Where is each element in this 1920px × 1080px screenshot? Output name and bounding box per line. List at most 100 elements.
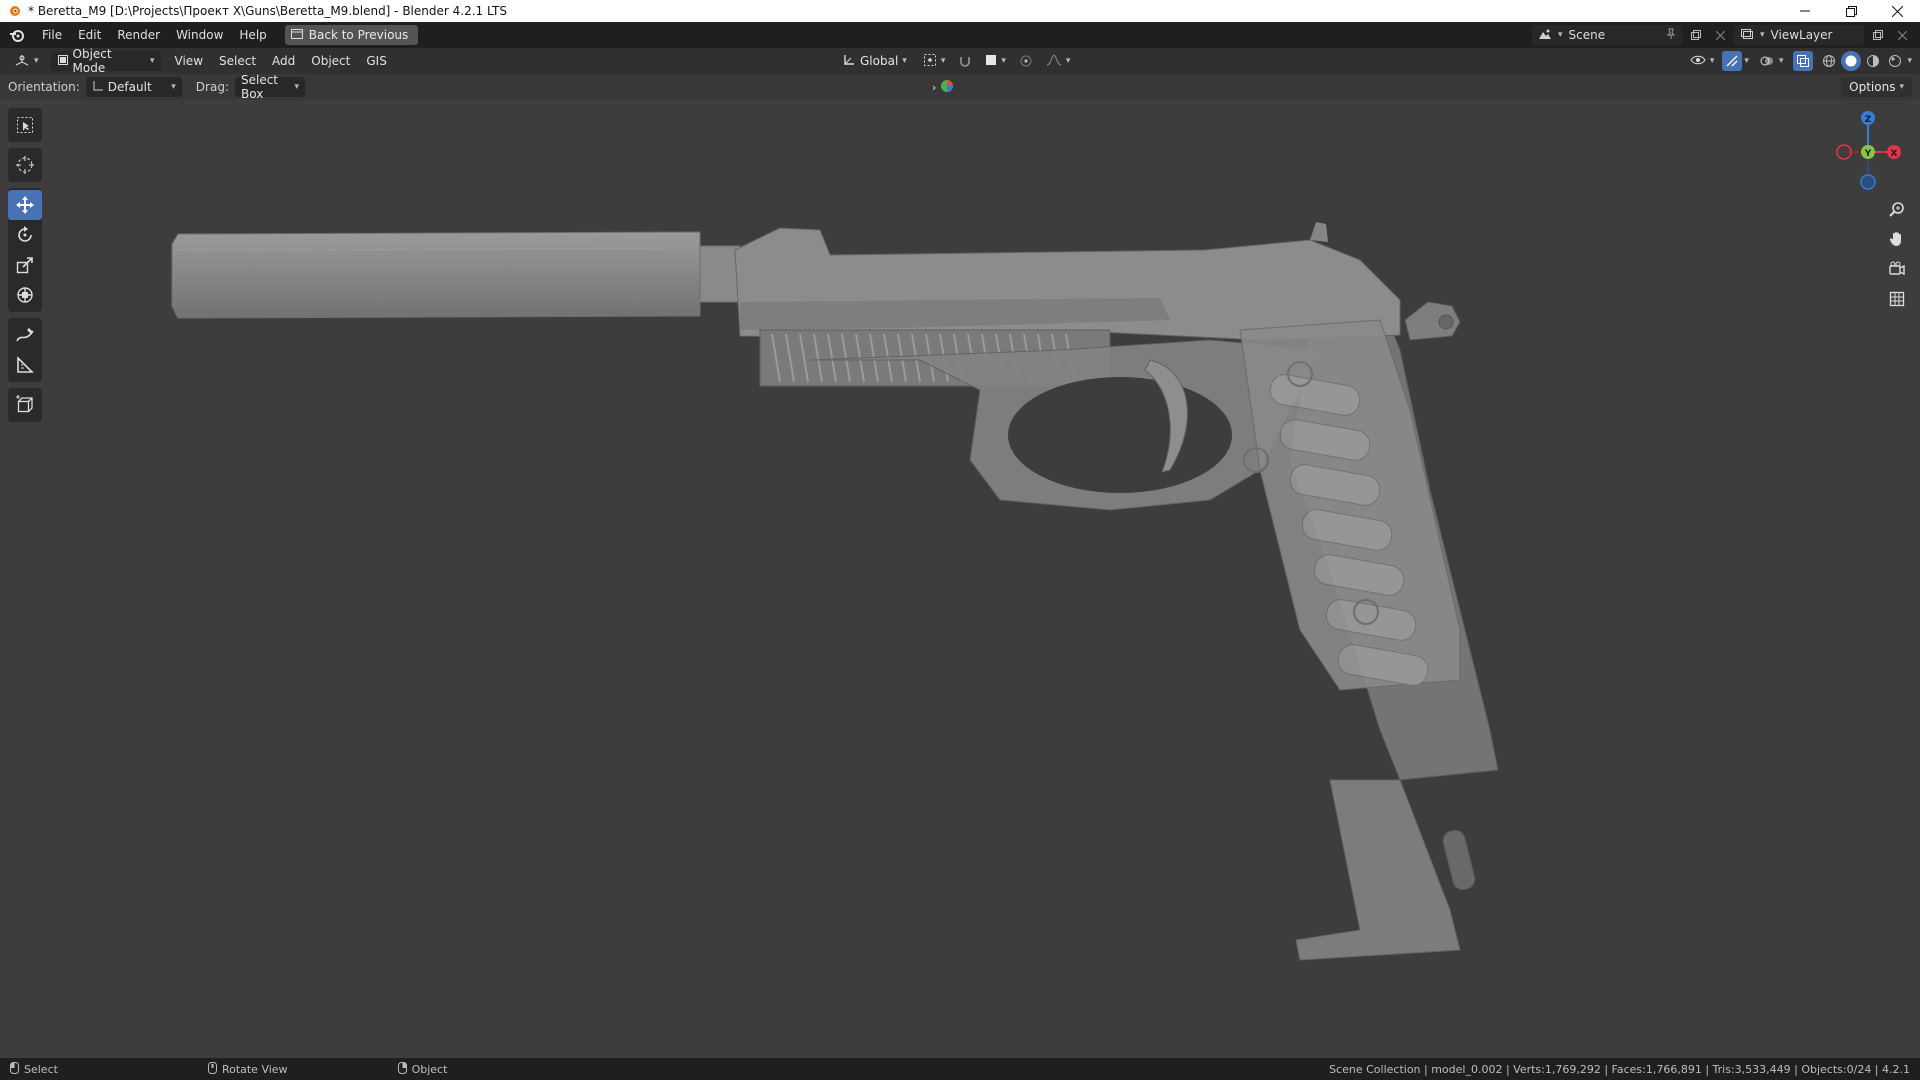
neg-z-axis-handle: [1860, 174, 1876, 190]
pin-icon[interactable]: [1666, 28, 1676, 43]
blender-logo-icon[interactable]: [6, 24, 28, 46]
menu-render[interactable]: Render: [109, 24, 168, 46]
mouse-left-icon: [10, 1061, 19, 1077]
view-layer-selector[interactable]: ▾ ViewLayer: [1734, 25, 1864, 45]
transform-orientation-selector[interactable]: Global ▾: [836, 51, 913, 71]
scene-selector[interactable]: ▾ Scene: [1532, 25, 1682, 45]
drag-value: Select Box: [240, 73, 279, 101]
new-view-layer-icon[interactable]: [1868, 25, 1888, 45]
new-scene-icon[interactable]: [1686, 25, 1706, 45]
options-button[interactable]: Options ▾: [1841, 77, 1912, 97]
scene-name: Scene: [1568, 28, 1606, 42]
overlays-dropdown[interactable]: ▾: [1779, 56, 1784, 66]
status-object-label: Object: [411, 1062, 448, 1076]
close-icon[interactable]: [1874, 0, 1920, 22]
transform-tool-icon[interactable]: [8, 280, 42, 310]
grip-panel: [1239, 319, 1461, 691]
delete-view-layer-icon[interactable]: [1892, 25, 1912, 45]
scale-tool-icon[interactable]: [8, 250, 42, 280]
mode-label: Object Mode: [72, 47, 112, 75]
drag-dropdown[interactable]: Select Box ▾: [234, 73, 305, 101]
viewport-header: ▾ Object Mode ▾ View Select Add Object G…: [0, 47, 1920, 75]
eye-icon: [1690, 54, 1706, 69]
x-axis-label: X: [1891, 149, 1898, 159]
status-object-hint: Object: [397, 1061, 448, 1077]
delete-scene-icon[interactable]: [1710, 25, 1730, 45]
chevron-right-icon: ›: [932, 80, 937, 94]
pivot-point-selector[interactable]: ▾: [917, 51, 952, 71]
blender-icon: [6, 3, 22, 19]
menu-edit[interactable]: Edit: [70, 24, 109, 46]
mode-selector[interactable]: Object Mode ▾: [50, 47, 161, 75]
viewport-menu-gis[interactable]: GIS: [358, 50, 394, 72]
status-bar: Select Rotate View Object Scene Collecti…: [0, 1058, 1920, 1080]
material-preview-shading-icon[interactable]: [1863, 51, 1883, 71]
falloff-selector[interactable]: ▾: [1040, 51, 1077, 71]
snap-icon[interactable]: [955, 51, 975, 71]
overlays-icon[interactable]: [1757, 51, 1777, 71]
status-rotate-hint: Rotate View: [207, 1061, 288, 1077]
perspective-grid-icon[interactable]: [1882, 284, 1912, 314]
pivot-icon: [923, 53, 937, 70]
annotate-tool-icon[interactable]: [8, 320, 42, 350]
orientation-label: Global: [860, 54, 899, 68]
back-to-previous-label: Back to Previous: [308, 28, 409, 42]
move-tool-icon[interactable]: [8, 190, 42, 220]
orientation-label: Orientation:: [8, 80, 80, 94]
options-label: Options: [1849, 80, 1896, 94]
viewport-nav-buttons: [1882, 194, 1912, 314]
proportional-editing-icon[interactable]: [1016, 51, 1036, 71]
xray-toggle-icon[interactable]: [1793, 51, 1814, 71]
mouse-middle-icon: [207, 1061, 217, 1077]
object-mode-icon: [57, 54, 69, 69]
zoom-icon[interactable]: [1882, 194, 1912, 224]
status-select-label: Select: [24, 1062, 58, 1076]
shading-dropdown[interactable]: ▾: [1907, 56, 1912, 66]
view-layer-name: ViewLayer: [1770, 28, 1833, 42]
y-axis-label: Y: [1864, 149, 1872, 159]
restore-icon[interactable]: [1828, 0, 1874, 22]
gizmo-dropdown[interactable]: ▾: [1744, 56, 1749, 66]
tool-settings-bar: Orientation: Default ▾ Drag: Select Box …: [0, 73, 1920, 101]
gizmo-toggle-icon[interactable]: [1722, 51, 1743, 71]
orientation-dropdown[interactable]: Default ▾: [85, 77, 182, 97]
snap-target-selector[interactable]: ▾: [979, 51, 1012, 71]
header-expand[interactable]: ›: [932, 78, 954, 96]
screen-icon: [290, 28, 303, 42]
color-wheel-icon: [940, 79, 954, 96]
viewport-menu-object[interactable]: Object: [303, 50, 358, 72]
visibility-selector[interactable]: ▾: [1684, 51, 1721, 71]
menu-window[interactable]: Window: [168, 24, 231, 46]
viewport-menu-view[interactable]: View: [167, 50, 211, 72]
menu-file[interactable]: File: [34, 24, 70, 46]
scene-icon: [1538, 28, 1552, 43]
cursor-tool-icon[interactable]: [8, 150, 42, 180]
view3d-icon: [14, 53, 30, 70]
status-rotate-label: Rotate View: [221, 1062, 288, 1076]
minimize-icon[interactable]: [1782, 0, 1828, 22]
back-to-previous-button[interactable]: Back to Previous: [284, 25, 419, 45]
navigation-gizmo[interactable]: Z X Y: [1824, 108, 1904, 196]
select-box-tool-icon[interactable]: [8, 110, 42, 140]
viewport-menu-add[interactable]: Add: [264, 50, 303, 72]
rendered-shading-icon[interactable]: [1885, 51, 1905, 71]
menu-help[interactable]: Help: [231, 24, 274, 46]
rotate-tool-icon[interactable]: [8, 220, 42, 250]
window-titlebar: * Beretta_M9 [D:\Projects\Проект X\Guns\…: [0, 0, 1920, 22]
add-cube-tool-icon[interactable]: [8, 390, 42, 420]
wireframe-shading-icon[interactable]: [1819, 51, 1839, 71]
top-menu-bar: File Edit Render Window Help Back to Pre…: [0, 22, 1920, 48]
measure-tool-icon[interactable]: [8, 350, 42, 380]
drag-label: Drag:: [195, 80, 229, 94]
pan-hand-icon[interactable]: [1882, 224, 1912, 254]
editor-type-selector[interactable]: ▾: [8, 51, 45, 71]
pistol-model[interactable]: [160, 210, 1640, 970]
left-toolbar: [8, 108, 42, 428]
orientation-icon: [842, 53, 856, 70]
viewport-menu-select[interactable]: Select: [211, 50, 264, 72]
solid-shading-icon[interactable]: [1841, 51, 1862, 71]
camera-view-icon[interactable]: [1882, 254, 1912, 284]
orientation-value: Default: [107, 80, 152, 94]
view-layer-icon: [1740, 28, 1754, 43]
scene-statistics: Scene Collection | model_0.002 | Verts:1…: [1329, 1062, 1910, 1076]
